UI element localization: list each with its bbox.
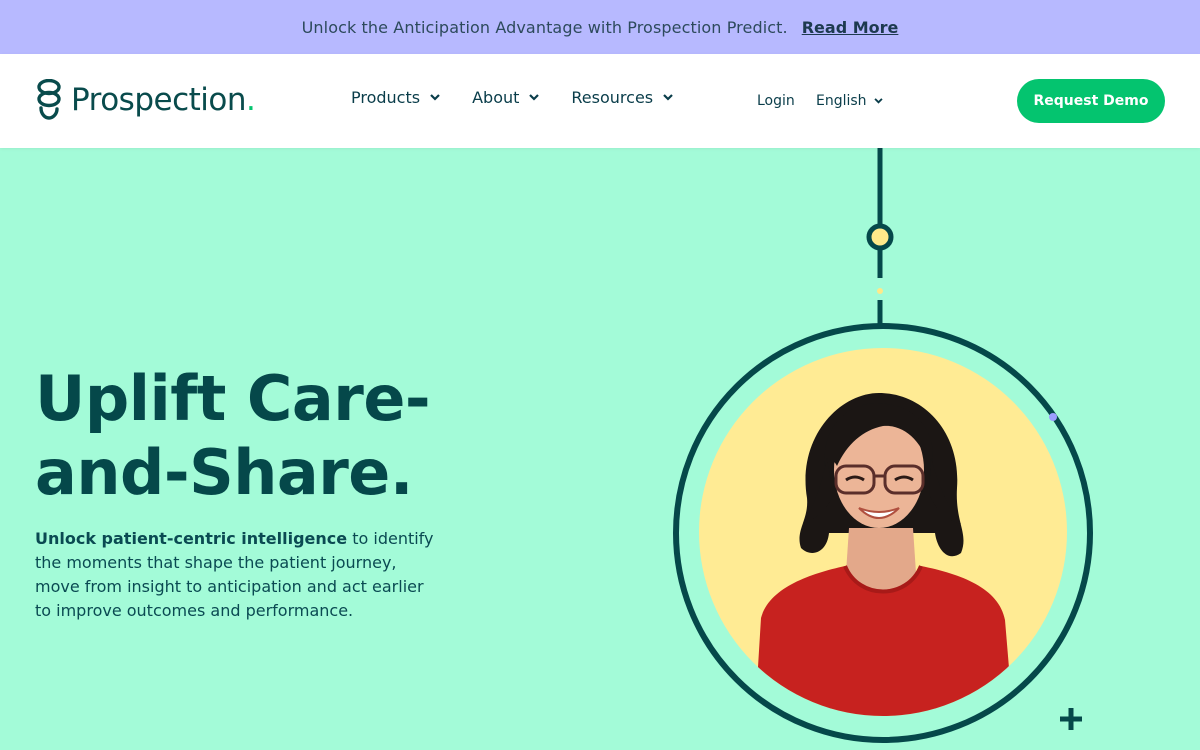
menu-item-label: Resources <box>571 88 654 107</box>
prospection-logo-icon <box>37 79 61 120</box>
main-menu: Products About Resources <box>351 88 673 107</box>
request-demo-button[interactable]: Request Demo <box>1017 79 1165 123</box>
login-link[interactable]: Login <box>757 93 795 109</box>
hero-title-line-1: Uplift Care- <box>35 362 431 435</box>
portrait-illustration <box>699 348 1067 716</box>
hero-description-bold: Unlock patient-centric intelligence <box>35 529 348 548</box>
menu-item-label: About <box>472 88 520 107</box>
hero-title: Uplift Care- and-Share. <box>35 362 431 510</box>
menu-item-products[interactable]: Products <box>351 88 440 107</box>
chevron-down-icon <box>529 94 540 101</box>
read-more-link[interactable]: Read More <box>802 18 899 37</box>
hero-title-line-2: and-Share. <box>35 436 413 509</box>
main-nav: Prospection. Products About Resources Lo… <box>0 54 1200 148</box>
menu-item-about[interactable]: About <box>472 88 540 107</box>
hero-portrait-image <box>699 348 1067 716</box>
menu-item-label: Products <box>351 88 421 107</box>
menu-item-resources[interactable]: Resources <box>571 88 673 107</box>
hero-description: Unlock patient-centric intelligence to i… <box>35 527 435 623</box>
language-selector[interactable]: English <box>816 93 883 109</box>
announcement-message: Unlock the Anticipation Advantage with P… <box>301 17 788 37</box>
logo[interactable]: Prospection. <box>35 79 256 121</box>
language-label: English <box>816 93 867 109</box>
chevron-down-icon <box>430 94 440 101</box>
chevron-down-icon <box>873 98 883 104</box>
announcement-bar: Unlock the Anticipation Advantage with P… <box>0 0 1200 54</box>
plus-icon <box>1060 708 1082 730</box>
logo-text: Prospection. <box>71 82 256 118</box>
chevron-down-icon <box>663 94 673 101</box>
